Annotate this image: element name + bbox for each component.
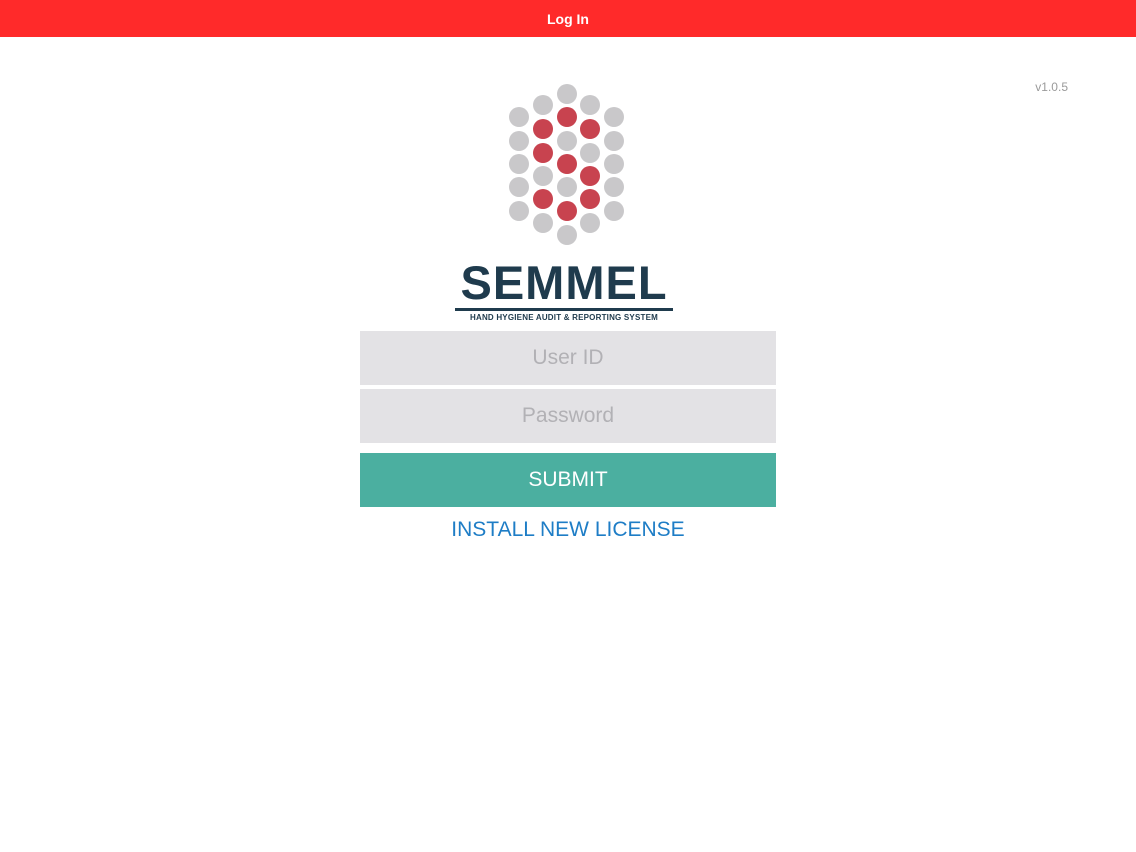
logo-dot: [604, 131, 624, 151]
logo-dot: [557, 201, 577, 221]
logo-dot: [533, 166, 553, 186]
logo-dot: [509, 154, 529, 174]
logo-dot: [557, 84, 577, 104]
logo-dot: [533, 213, 553, 233]
logo-dot: [580, 213, 600, 233]
logo-dot: [509, 177, 529, 197]
logo-dot: [533, 95, 553, 115]
logo-dot: [580, 143, 600, 163]
logo-dot: [533, 189, 553, 209]
install-new-license-link[interactable]: INSTALL NEW LICENSE: [360, 518, 776, 542]
logo-dot: [557, 107, 577, 127]
logo-name: SEMMEL: [460, 256, 668, 309]
logo-dot: [604, 107, 624, 127]
logo-dot: [557, 177, 577, 197]
logo-dot: [604, 201, 624, 221]
nav-title: Log In: [547, 10, 589, 27]
password-input[interactable]: [360, 389, 776, 443]
logo-dot: [580, 166, 600, 186]
nav-bar: Log In: [0, 0, 1136, 37]
version-label: v1.0.5: [1035, 80, 1068, 94]
logo-dots-icon: [509, 84, 624, 245]
logo-dot: [509, 131, 529, 151]
logo-dot: [557, 154, 577, 174]
logo-tagline: HAND HYGIENE AUDIT & REPORTING SYSTEM: [469, 313, 658, 322]
logo-dot: [533, 119, 553, 139]
user-id-input[interactable]: [360, 331, 776, 385]
logo-dot: [557, 225, 577, 245]
logo-dot: [604, 154, 624, 174]
logo-wordmark: SEMMEL HAND HYGIENE AUDIT & REPORTING SY…: [453, 258, 675, 322]
logo-dot: [604, 177, 624, 197]
logo-dot: [533, 143, 553, 163]
submit-button[interactable]: SUBMIT: [360, 453, 776, 507]
logo-dot: [509, 201, 529, 221]
logo-dot: [580, 119, 600, 139]
logo-dot: [580, 189, 600, 209]
logo-dot: [509, 107, 529, 127]
logo-dot: [580, 95, 600, 115]
logo-dot: [557, 131, 577, 151]
